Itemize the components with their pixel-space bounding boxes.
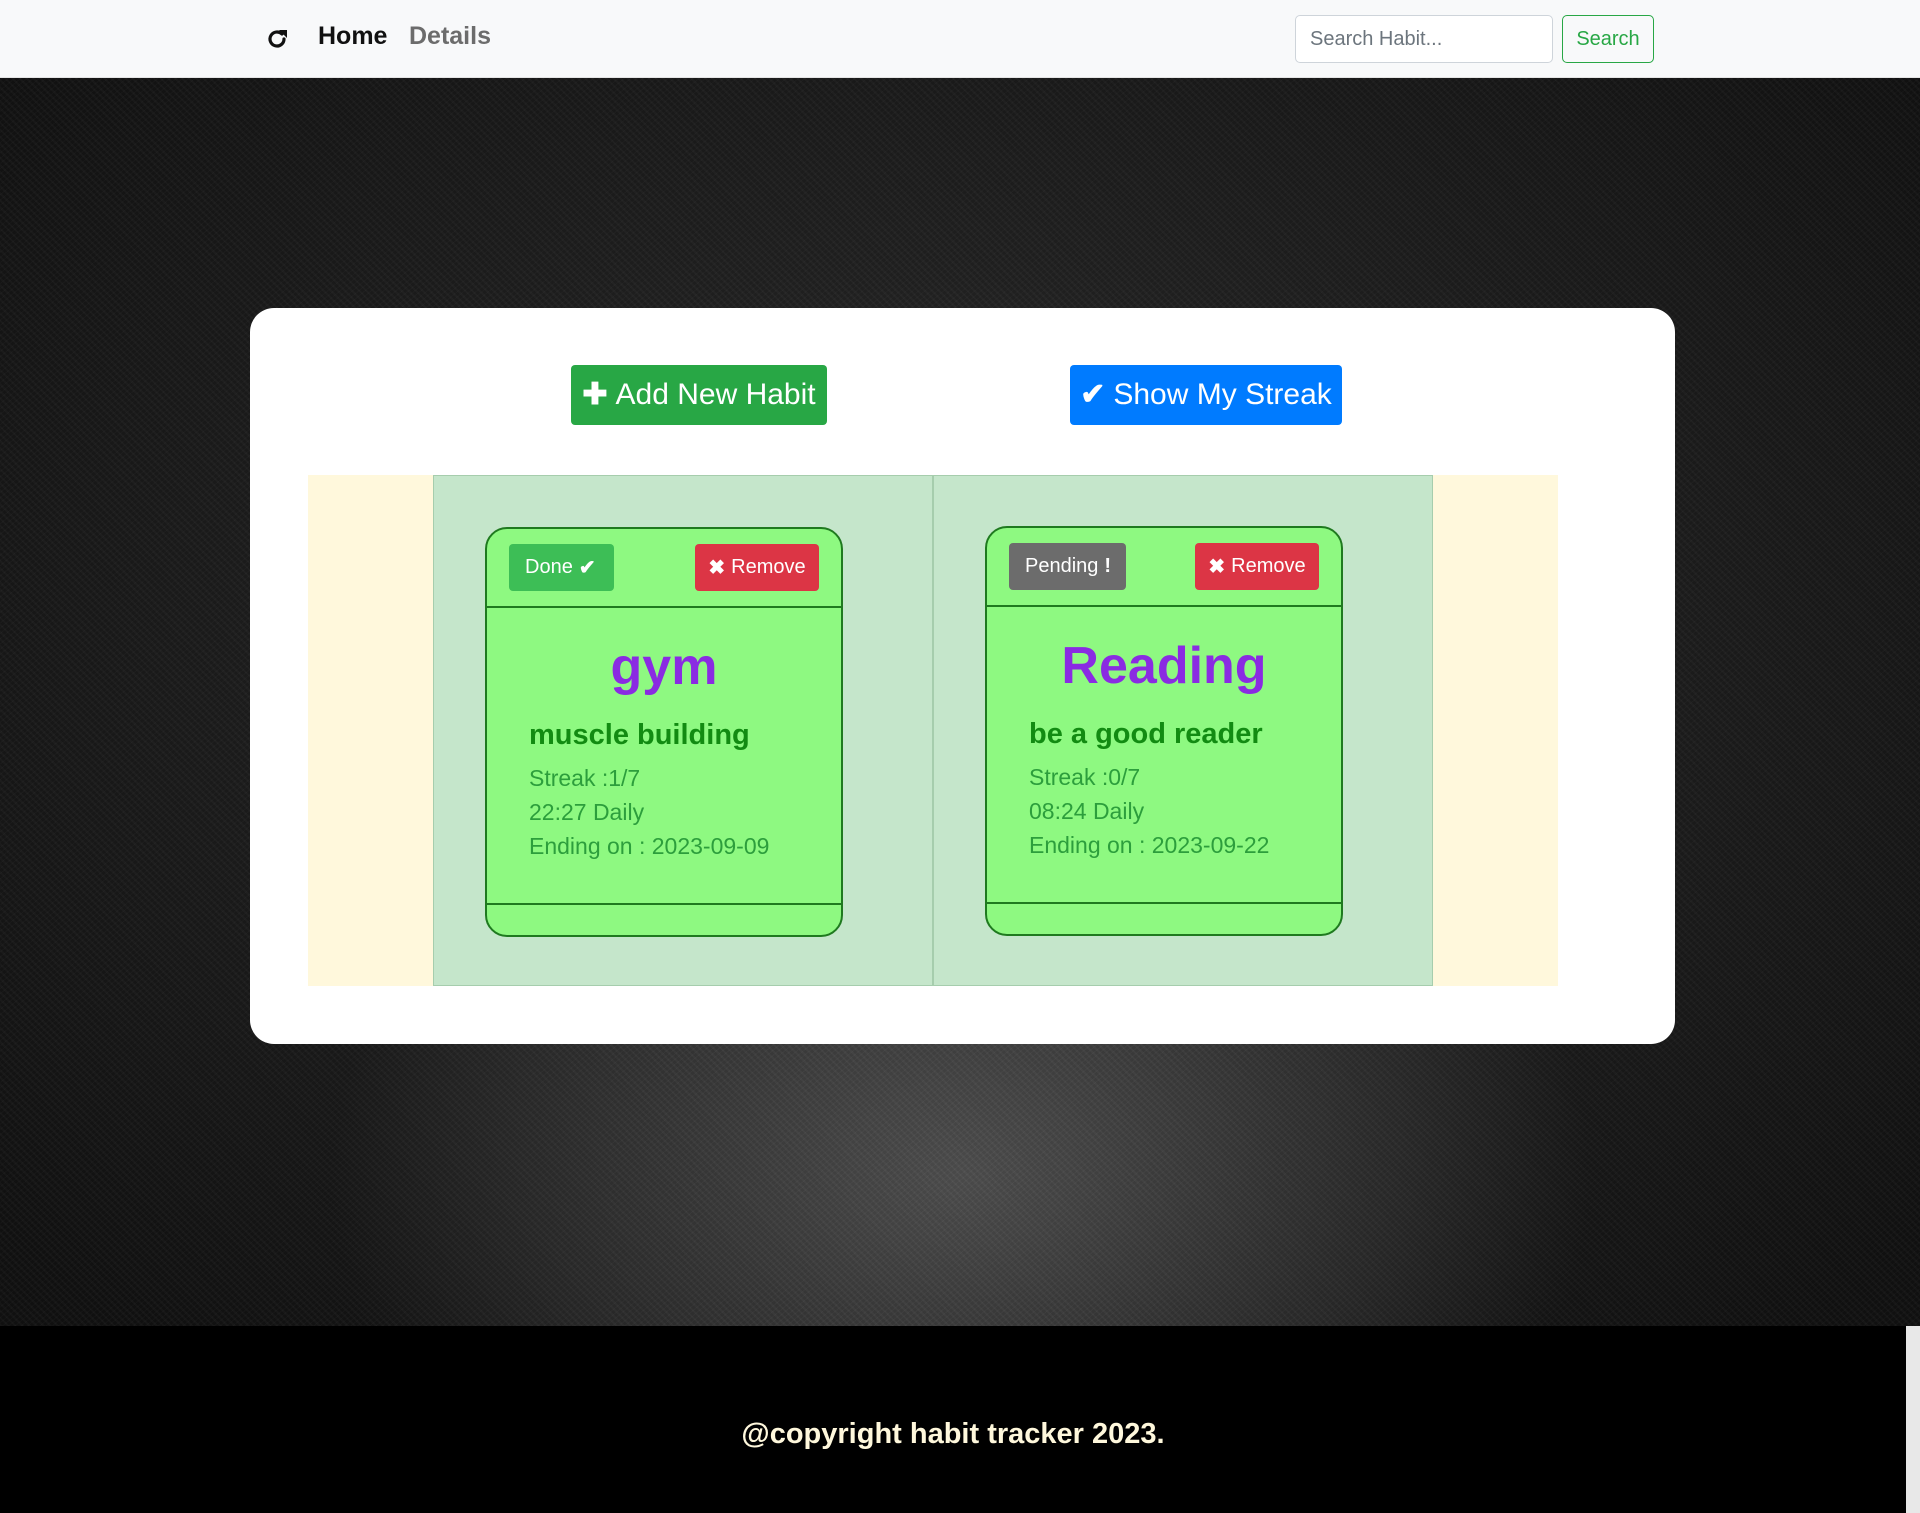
- nav-details-link[interactable]: Details: [409, 22, 491, 51]
- nav-home-link[interactable]: Home: [318, 22, 387, 51]
- habit-schedule: 08:24 Daily: [1029, 798, 1145, 824]
- navbar: Home Details Search: [0, 0, 1920, 78]
- scrollbar[interactable]: [1906, 1326, 1920, 1513]
- habit-ending-date: Ending on : 2023-09-22: [1029, 832, 1270, 858]
- habit-title: gym: [610, 638, 718, 696]
- main-panel: ✚ Add New Habit ✔ Show My Streak Done ✔ …: [250, 308, 1675, 1044]
- copyright-text: @copyright habit tracker 2023.: [741, 1418, 1165, 1450]
- habit-schedule: 22:27 Daily: [529, 799, 645, 825]
- done-button[interactable]: Done ✔: [509, 544, 614, 591]
- search-button[interactable]: Search: [1562, 15, 1654, 63]
- habit-card-header: Pending ! ✖ Remove: [987, 528, 1341, 607]
- habit-description: be a good reader: [1029, 718, 1263, 750]
- show-my-streak-button[interactable]: ✔ Show My Streak: [1070, 365, 1342, 425]
- add-new-habit-button[interactable]: ✚ Add New Habit: [571, 365, 827, 425]
- footer: @copyright habit tracker 2023.: [0, 1326, 1920, 1513]
- search-input[interactable]: [1295, 15, 1553, 63]
- habit-card-footer: [987, 902, 1341, 934]
- remove-button[interactable]: ✖ Remove: [1195, 543, 1319, 590]
- check-icon: ✔: [1080, 378, 1106, 411]
- habit-card: Pending ! ✖ Remove Reading be a good rea…: [985, 526, 1343, 936]
- habit-description: muscle building: [529, 719, 750, 751]
- remove-label: Remove: [1231, 555, 1306, 577]
- habit-streak: Streak :1/7: [529, 765, 641, 791]
- habit-title: Reading: [1061, 637, 1267, 695]
- close-icon: ✖: [708, 557, 726, 579]
- exclamation-icon: !: [1104, 555, 1112, 577]
- habit-column: Done ✔ ✖ Remove gym muscle building Stre…: [433, 475, 933, 986]
- refresh-icon[interactable]: [262, 24, 292, 54]
- done-label: Done: [525, 556, 573, 578]
- show-my-streak-label: Show My Streak: [1113, 378, 1332, 411]
- habit-card-header: Done ✔ ✖ Remove: [487, 529, 841, 608]
- close-icon: ✖: [1208, 556, 1226, 578]
- habit-streak: Streak :0/7: [1029, 764, 1141, 790]
- check-icon: ✔: [578, 557, 596, 579]
- pending-button[interactable]: Pending !: [1009, 543, 1126, 590]
- add-new-habit-label: Add New Habit: [615, 378, 816, 411]
- habit-column: Pending ! ✖ Remove Reading be a good rea…: [933, 475, 1433, 986]
- habit-card-footer: [487, 903, 841, 935]
- remove-label: Remove: [731, 556, 806, 578]
- habit-ending-date: Ending on : 2023-09-09: [529, 833, 770, 859]
- plus-icon: ✚: [582, 378, 608, 411]
- remove-button[interactable]: ✖ Remove: [695, 544, 819, 591]
- habit-card: Done ✔ ✖ Remove gym muscle building Stre…: [485, 527, 843, 937]
- pending-label: Pending: [1025, 555, 1099, 577]
